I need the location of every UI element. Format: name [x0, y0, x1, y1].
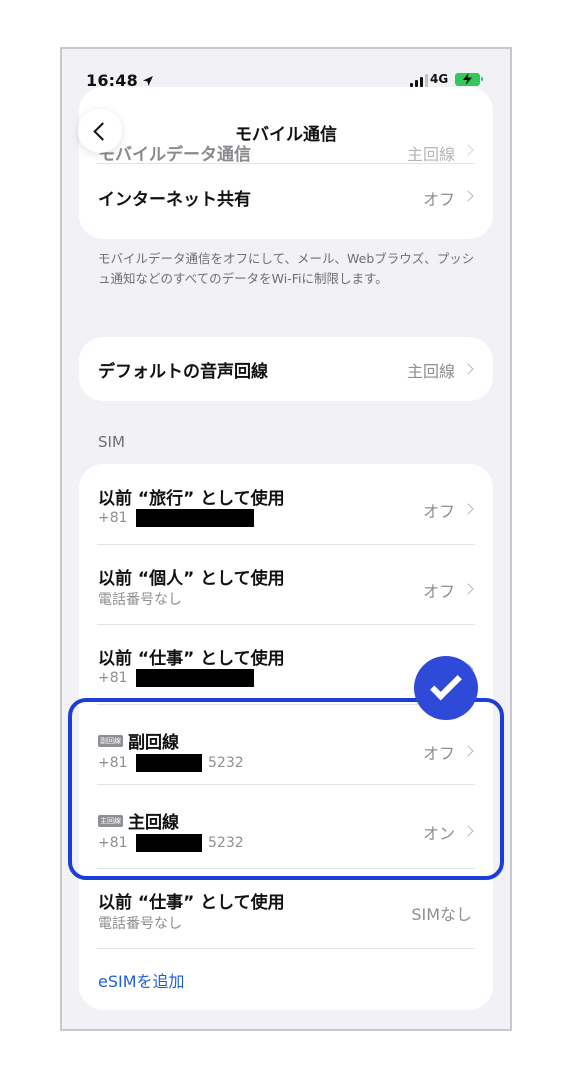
personal-hotspot-label: インターネット共有 [98, 190, 251, 210]
default-voice-line-label: デフォルトの音声回線 [98, 362, 268, 382]
sim-status: オフ [422, 582, 455, 601]
sim-status: オフ [422, 502, 455, 521]
sim-row-work-no-sim[interactable]: 以前 “仕事” として使用 電話番号なし SIMなし [79, 868, 493, 948]
sim-label: 以前 “仕事” として使用 [98, 649, 285, 669]
voice-line-group: デフォルトの音声回線 主回線 [79, 337, 493, 401]
battery-charging-icon [455, 73, 483, 86]
signal-icon [410, 74, 428, 87]
sim-number: 電話番号なし [98, 592, 182, 608]
highlight-box [68, 698, 504, 880]
personal-hotspot-value: オフ [422, 190, 455, 209]
add-esim-row[interactable]: eSIMを追加 [79, 948, 493, 1010]
default-voice-line-row[interactable]: デフォルトの音声回線 主回線 [79, 337, 493, 401]
sim-status: SIMなし [411, 905, 472, 924]
sim-row-personal[interactable]: 以前 “個人” として使用 電話番号なし オフ [79, 544, 493, 624]
sim-section-header: SIM [98, 433, 125, 451]
chevron-right-icon [462, 583, 474, 595]
chevron-right-icon [462, 144, 474, 156]
sim-label: 以前 “個人” として使用 [98, 569, 285, 589]
sim-number: +81 [98, 509, 254, 527]
redacted-number [136, 509, 254, 527]
page-title: モバイル通信 [235, 125, 337, 145]
checkmark-icon [414, 656, 478, 720]
network-type: 4G [430, 72, 449, 86]
sim-label: 以前 “旅行” として使用 [98, 489, 285, 509]
chevron-right-icon [462, 190, 474, 202]
redacted-number [136, 669, 254, 687]
sim-row-travel[interactable]: 以前 “旅行” として使用 +81 オフ [79, 464, 493, 544]
add-esim-link[interactable]: eSIMを追加 [98, 968, 185, 992]
default-voice-line-value: 主回線 [406, 362, 455, 381]
sim-label: 以前 “仕事” として使用 [98, 893, 285, 913]
sim-number: +81 [98, 669, 254, 687]
sim-number: 電話番号なし [98, 916, 182, 932]
personal-hotspot-row[interactable]: インターネット共有 オフ [79, 163, 493, 239]
location-arrow-icon [142, 76, 153, 86]
phone-screen: 16:48 4G モバイル通信 モバイルデータ通信 主回線 インターネット共有 … [60, 47, 512, 1031]
cellular-data-footer: モバイルデータ通信をオフにして、メール、Webブラウズ、プッシュ通知などのすべて… [98, 251, 475, 286]
cellular-data-group: モバイルデータ通信 主回線 インターネット共有 オフ [79, 87, 493, 239]
chevron-right-icon [462, 363, 474, 375]
chevron-right-icon [462, 503, 474, 515]
